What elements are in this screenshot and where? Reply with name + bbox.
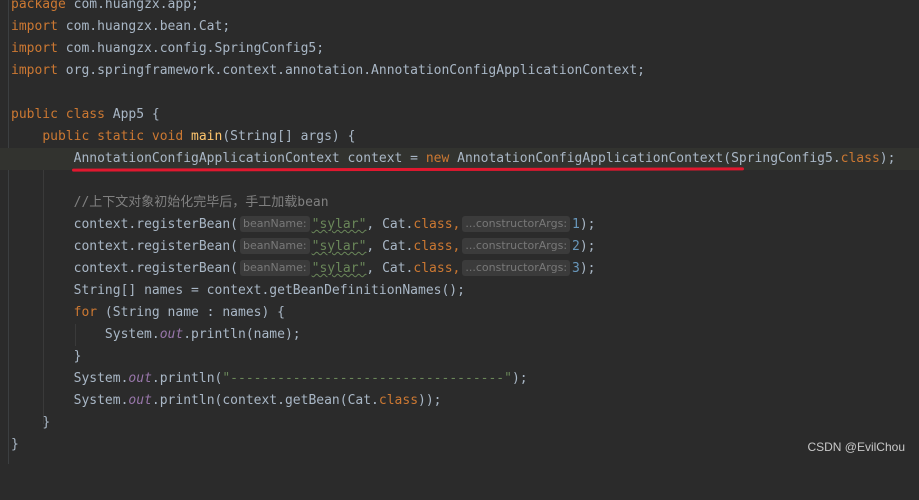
system-ref: System. — [73, 371, 129, 386]
code-line-register-bean[interactable]: context.registerBean(beanName: "sylar", C… — [0, 214, 919, 236]
class-ref: , Cat. — [366, 217, 414, 232]
statement-end: ); — [511, 371, 528, 386]
close-brace: } — [73, 349, 82, 364]
code-line-package[interactable]: package com.huangzx.app; — [0, 0, 919, 16]
code-line-close-brace[interactable]: } — [0, 412, 919, 434]
context-declaration: AnnotationConfigApplicationContext conte… — [73, 151, 426, 166]
keyword-for: for — [73, 305, 98, 320]
class-ref: , Cat. — [366, 261, 414, 276]
string-literal: "sylar" — [311, 261, 367, 276]
register-bean-call: context.registerBean( — [73, 239, 238, 254]
param-hint-constructor-args: ...constructorArgs: — [462, 216, 571, 232]
keyword-class: class — [413, 217, 453, 232]
system-ref: System. — [73, 393, 129, 408]
code-line-for-loop[interactable]: for (String name : names) { — [0, 302, 919, 324]
param-hint-constructor-args: ...constructorArgs: — [462, 260, 571, 276]
code-line-import[interactable]: import com.huangzx.config.SpringConfig5; — [0, 38, 919, 60]
keyword-new: new — [425, 151, 450, 166]
code-line-println[interactable]: System.out.println(name); — [0, 324, 919, 346]
code-line-get-names[interactable]: String[] names = context.getBeanDefiniti… — [0, 280, 919, 302]
code-line-register-bean[interactable]: context.registerBean(beanName: "sylar", C… — [0, 258, 919, 280]
println-call: .println(name); — [183, 327, 301, 342]
keyword-package: package — [11, 0, 66, 12]
code-line-main-decl[interactable]: public static void main(String[] args) { — [0, 126, 919, 148]
code-line-context-init[interactable]: AnnotationConfigApplicationContext conte… — [0, 148, 919, 170]
constructor-call: AnnotationConfigApplicationContext(Sprin… — [449, 151, 841, 166]
keyword-import: import — [11, 19, 58, 34]
code-line-class-decl[interactable]: public class App5 { — [0, 104, 919, 126]
field-out: out — [128, 393, 152, 408]
keyword-class: class — [413, 239, 453, 254]
import-path: com.huangzx.config.SpringConfig5; — [57, 41, 325, 56]
code-line-register-bean[interactable]: context.registerBean(beanName: "sylar", C… — [0, 236, 919, 258]
keyword-public-class: public class — [11, 107, 105, 122]
register-bean-call: context.registerBean( — [73, 261, 238, 276]
string-literal: "-----------------------------------" — [222, 371, 512, 386]
number-literal: 1 — [572, 217, 580, 232]
method-params: (String[] args) { — [222, 129, 356, 144]
keyword-class: class — [840, 151, 880, 166]
comma: , — [452, 217, 461, 232]
code-line-println[interactable]: System.out.println(context.getBean(Cat.c… — [0, 390, 919, 412]
comma: , — [452, 239, 461, 254]
keyword-import: import — [11, 41, 58, 56]
statement-end: ); — [579, 261, 596, 276]
class-ref: , Cat. — [366, 239, 414, 254]
param-hint-constructor-args: ...constructorArgs: — [462, 238, 571, 254]
keyword-modifiers: public static void — [42, 129, 184, 144]
string-literal: "sylar" — [311, 217, 367, 232]
package-name: com.huangzx.app; — [65, 0, 199, 12]
method-name: main — [191, 129, 223, 144]
string-literal: "sylar" — [311, 239, 367, 254]
field-out: out — [159, 327, 184, 342]
import-path: org.springframework.context.annotation.A… — [57, 63, 645, 78]
code-line-import[interactable]: import com.huangzx.bean.Cat; — [0, 16, 919, 38]
comma: , — [452, 261, 461, 276]
println-call: .println(context.getBean(Cat. — [151, 393, 379, 408]
param-hint-bean-name: beanName: — [240, 238, 310, 254]
statement-end: ); — [579, 217, 596, 232]
number-literal: 3 — [572, 261, 580, 276]
statement-end: ); — [579, 239, 596, 254]
statement-end: )); — [418, 393, 442, 408]
watermark: CSDN @EvilChou — [807, 440, 905, 454]
code-line-close-brace[interactable]: } — [0, 434, 919, 456]
close-brace: } — [11, 437, 19, 452]
keyword-class: class — [378, 393, 419, 408]
println-call: .println( — [151, 371, 223, 386]
field-out: out — [128, 371, 152, 386]
register-bean-call: context.registerBean( — [73, 217, 238, 232]
param-hint-bean-name: beanName: — [240, 260, 310, 276]
code-line-comment[interactable]: //上下文对象初始化完毕后，手工加载bean — [0, 192, 919, 214]
close-brace: } — [42, 415, 51, 430]
import-path: com.huangzx.bean.Cat; — [57, 19, 231, 34]
system-ref: System. — [104, 327, 160, 342]
keyword-class: class — [413, 261, 453, 276]
comment: //上下文对象初始化完毕后，手工加载bean — [73, 195, 329, 210]
keyword-import: import — [11, 63, 58, 78]
param-hint-bean-name: beanName: — [240, 216, 310, 232]
code-line-println[interactable]: System.out.println("--------------------… — [0, 368, 919, 390]
for-header: (String name : names) { — [97, 305, 285, 320]
statement-end: ); — [879, 151, 896, 166]
red-annotation-underline — [71, 167, 745, 172]
code-line-import[interactable]: import org.springframework.context.annot… — [0, 60, 919, 82]
number-literal: 2 — [572, 239, 580, 254]
statement: String[] names = context.getBeanDefiniti… — [73, 283, 465, 298]
code-editor[interactable]: package com.huangzx.app; import com.huan… — [0, 0, 919, 464]
code-line-close-brace[interactable]: } — [0, 346, 919, 368]
class-name: App5 { — [104, 107, 160, 122]
